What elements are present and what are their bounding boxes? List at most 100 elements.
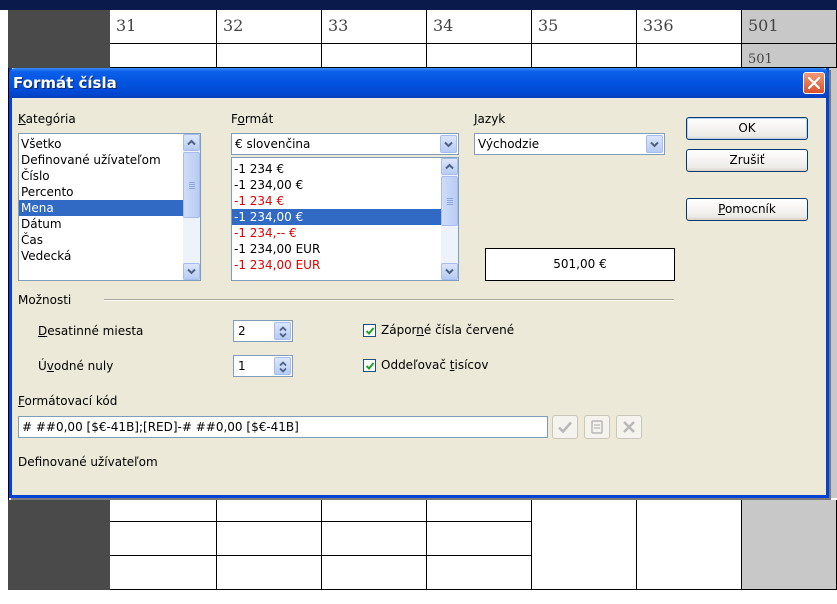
thousands-separator-checkbox[interactable] [363,359,376,372]
sheet-cell[interactable] [110,500,217,522]
close-icon [808,77,820,89]
scroll-down-button[interactable] [441,263,458,280]
cancel-button[interactable]: Zrušiť [686,149,808,172]
dialog-titlebar[interactable]: Formát čísla [9,68,829,98]
header-cell-32[interactable]: 32 [217,10,322,44]
format-number-dialog: Formát čísla Kategória Všetko Definované … [9,68,829,498]
header-cell-35[interactable]: 35 [532,10,637,44]
sheet-cell[interactable] [322,500,427,522]
leading-zeros-value: 1 [238,359,246,373]
chevron-down-icon [650,141,659,148]
help-button[interactable]: Pomocník [686,198,808,221]
row-header-cell[interactable] [8,44,110,68]
category-item[interactable]: Vedecká [19,248,183,264]
sheet-cell[interactable] [427,500,532,522]
chevron-up-icon [187,139,196,146]
row-header-cell[interactable] [8,500,110,590]
language-dropdown-button[interactable] [646,135,663,153]
category-item[interactable]: Definované užívateľom [19,152,183,168]
sheet-cell[interactable] [427,522,532,556]
decimal-places-spinner[interactable]: 2 [233,320,293,342]
sheet-cell[interactable] [217,44,322,68]
close-button[interactable] [803,72,825,94]
options-label: Možnosti [18,293,72,307]
negative-red-checkbox[interactable] [363,324,376,337]
sheet-cell-501[interactable]: 501 [742,44,837,68]
checkmark-icon [365,327,375,335]
scroll-thumb[interactable] [441,176,458,226]
category-item[interactable]: Percento [19,184,183,200]
spin-buttons[interactable] [274,357,291,375]
format-scrollbar[interactable] [441,158,458,280]
thousands-separator-label[interactable]: Oddeľovač tisícov [381,358,488,372]
sheet-cell[interactable] [532,500,637,590]
currency-combo-value: € slovenčina [235,137,311,151]
sheet-cell[interactable] [742,500,837,590]
dialog-title: Formát čísla [13,74,117,92]
scroll-up-button[interactable] [183,134,200,151]
up-down-arrows-icon [279,326,287,338]
chevron-down-icon [187,268,196,275]
format-list[interactable]: -1 234 € -1 234,00 € -1 234 € -1 234,00 € -1… [231,157,459,281]
header-cell-31[interactable]: 31 [110,10,217,44]
ok-button[interactable]: OK [686,117,808,140]
leading-zeros-spinner[interactable]: 1 [233,355,293,377]
header-cell-33[interactable]: 33 [322,10,427,44]
format-item[interactable]: -1 234 € [232,161,441,177]
format-label: Formát [231,112,274,126]
edit-comment-button[interactable] [584,415,610,439]
scroll-down-button[interactable] [183,263,200,280]
category-item[interactable]: Dátum [19,216,183,232]
language-combo[interactable]: Východzie [474,133,665,155]
sheet-cell[interactable] [322,522,427,556]
sheet-cell[interactable] [110,44,217,68]
format-item[interactable]: -1 234,00 EUR [232,257,441,273]
negative-red-label[interactable]: Záporné čísla červené [381,323,514,337]
currency-combo[interactable]: € slovenčina [231,133,459,155]
scroll-thumb[interactable] [183,152,200,218]
delete-icon [623,421,635,433]
format-item[interactable]: -1 234,00 EUR [232,241,441,257]
sheet-right-strip [829,68,837,498]
delete-code-button[interactable] [616,415,642,439]
sheet-cell[interactable] [322,44,427,68]
format-item[interactable]: -1 234,00 € [232,209,441,225]
category-list[interactable]: Všetko Definované užívateľom Číslo Percento… [18,133,201,281]
format-item[interactable]: -1 234 € [232,193,441,209]
currency-dropdown-button[interactable] [440,135,457,153]
header-cell-34[interactable]: 34 [427,10,532,44]
format-item[interactable]: -1 234,00 € [232,177,441,193]
format-code-label: Formátovací kód [18,394,118,408]
decimal-places-label: Desatinné miesta [38,324,144,338]
sheet-cell[interactable] [427,556,532,590]
sheet-cell[interactable] [217,522,322,556]
sheet-cell[interactable] [110,556,217,590]
sheet-cell[interactable] [637,500,742,590]
category-item[interactable]: Čas [19,232,183,248]
sheet-cell[interactable] [427,44,532,68]
checkmark-icon [365,362,375,370]
sheet-cell[interactable] [110,522,217,556]
up-down-arrows-icon [279,361,287,373]
sheet-cell[interactable] [637,44,742,68]
format-code-input[interactable]: # ##0,00 [$€-41B];[RED]-# ##0,00 [$€-41B… [18,416,548,438]
sheet-cell[interactable] [217,500,322,522]
format-item[interactable]: -1 234,-- € [232,225,441,241]
category-item[interactable]: Číslo [19,168,183,184]
spin-buttons[interactable] [274,322,291,340]
sheet-cell[interactable] [322,556,427,590]
language-combo-value: Východzie [478,137,540,151]
sheet-top-bar [0,0,837,10]
chevron-down-icon [445,268,454,275]
category-item[interactable]: Mena [19,200,183,216]
scroll-up-button[interactable] [441,158,458,175]
category-item[interactable]: Všetko [19,136,183,152]
row-header-cell[interactable] [8,10,110,44]
apply-code-button[interactable] [552,415,578,439]
sheet-cell[interactable] [532,44,637,68]
header-cell-501[interactable]: 501 [742,10,837,44]
header-cell-336[interactable]: 336 [637,10,742,44]
chevron-down-icon [444,141,453,148]
category-scrollbar[interactable] [183,134,200,280]
sheet-cell[interactable] [217,556,322,590]
